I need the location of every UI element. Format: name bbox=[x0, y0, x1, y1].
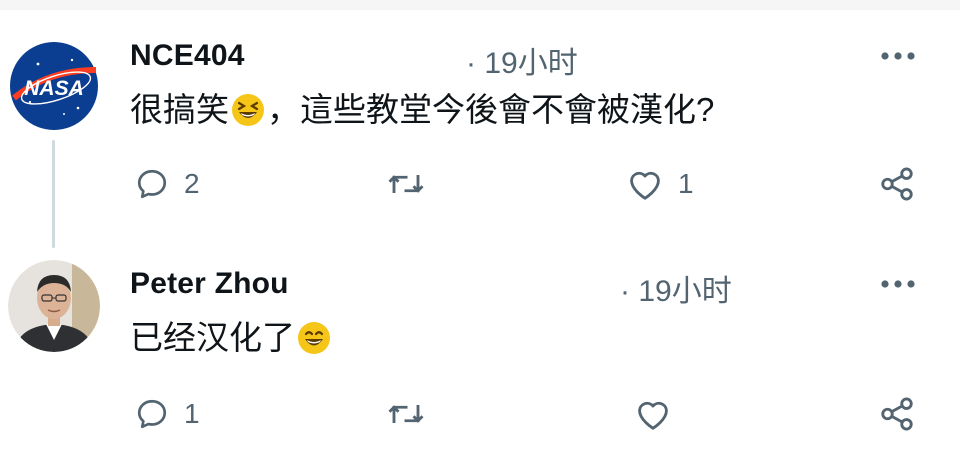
avatar-peter-zhou[interactable] bbox=[8, 260, 100, 352]
grinning-smiling-face-emoji bbox=[297, 321, 331, 355]
share-button[interactable] bbox=[878, 392, 916, 436]
reply-count: 2 bbox=[184, 168, 200, 199]
more-icon[interactable] bbox=[878, 36, 918, 76]
repost-icon bbox=[386, 396, 426, 432]
like-button[interactable]: 1 bbox=[626, 162, 694, 206]
repost-button[interactable] bbox=[386, 392, 440, 436]
reply-icon bbox=[134, 166, 170, 202]
reply-count: 1 bbox=[184, 398, 200, 429]
post-text-part-1: 很搞笑 bbox=[130, 91, 229, 128]
heart-icon bbox=[626, 166, 664, 202]
post-text: 已经汉化了 bbox=[130, 316, 333, 360]
grinning-squinting-face-emoji bbox=[231, 93, 265, 127]
name-row: Peter Zhou bbox=[130, 264, 289, 304]
like-count: 1 bbox=[678, 168, 694, 199]
nasa-logo-text: NASA bbox=[24, 77, 84, 100]
more-icon[interactable] bbox=[878, 264, 918, 304]
heart-icon bbox=[634, 396, 672, 432]
timestamp[interactable]: · 19小时 bbox=[466, 38, 578, 82]
action-bar: 1 bbox=[0, 392, 960, 436]
repost-button[interactable] bbox=[386, 162, 440, 206]
share-icon bbox=[878, 395, 916, 433]
reply-icon bbox=[134, 396, 170, 432]
avatar-nasa[interactable]: NASA bbox=[8, 40, 100, 132]
top-band bbox=[0, 0, 960, 10]
post-text-part-1: 已经汉化了 bbox=[130, 319, 295, 356]
reply-button[interactable]: 2 bbox=[134, 162, 200, 206]
like-button[interactable] bbox=[634, 392, 686, 436]
post-text-part-2: ，這些教堂今後會不會被漢化? bbox=[267, 91, 715, 128]
repost-icon bbox=[386, 166, 426, 202]
share-button[interactable] bbox=[878, 162, 916, 206]
timestamp[interactable]: · 19小时 bbox=[620, 266, 732, 310]
reply-button[interactable]: 1 bbox=[134, 392, 200, 436]
action-bar: 2 1 bbox=[0, 162, 960, 206]
post-text: 很搞笑 ，這些教堂今後會不會被漢化? bbox=[130, 88, 714, 132]
username[interactable]: Peter Zhou bbox=[130, 267, 289, 301]
share-icon bbox=[878, 165, 916, 203]
name-row: NCE404 bbox=[130, 36, 245, 76]
username[interactable]: NCE404 bbox=[130, 39, 245, 73]
